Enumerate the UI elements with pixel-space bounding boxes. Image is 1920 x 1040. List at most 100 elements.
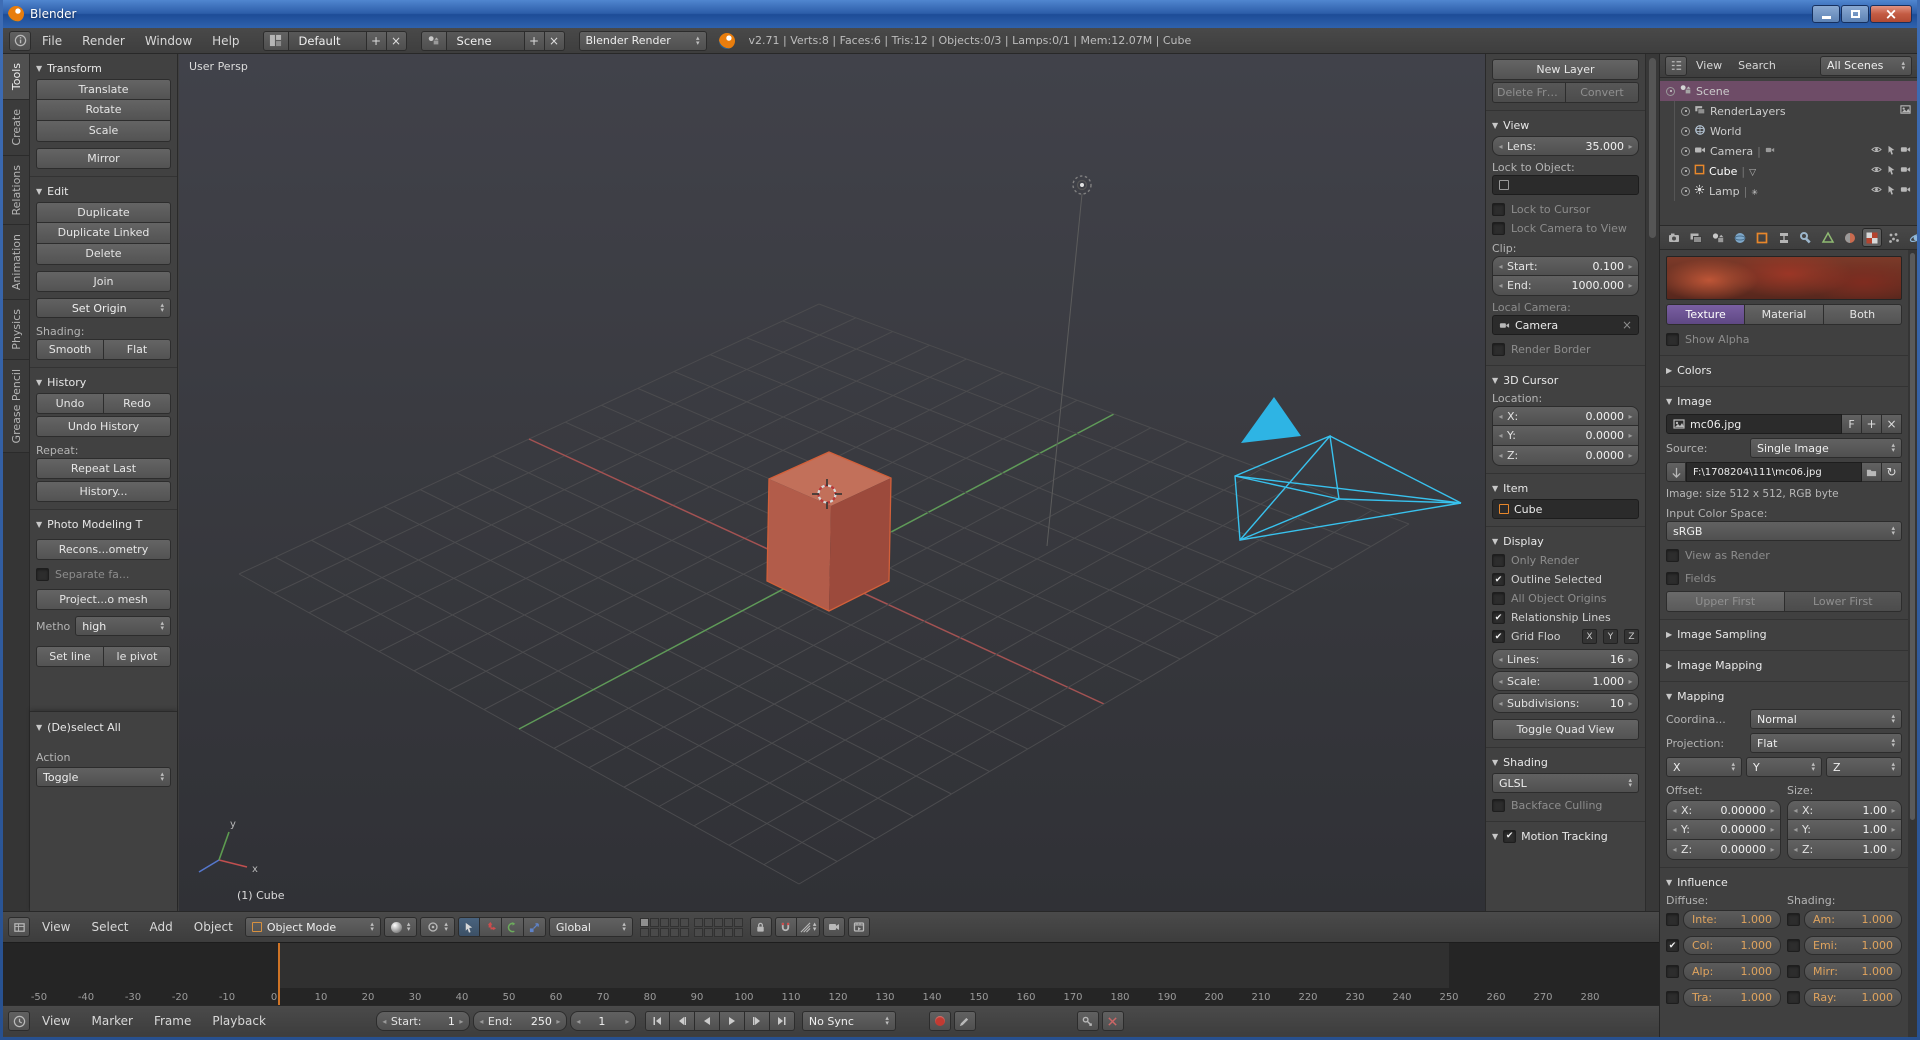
decrement-icon[interactable] [1496, 431, 1505, 440]
layer-toggle[interactable] [693, 917, 703, 927]
mode-dropdown[interactable]: Object Mode [244, 917, 381, 937]
layer-toggle[interactable] [733, 927, 743, 937]
coordinates-dropdown[interactable]: Normal [1750, 709, 1902, 729]
decrement-icon[interactable] [1670, 845, 1679, 854]
influence-slider[interactable]: Am: 1.000 [1804, 910, 1902, 929]
decrement-icon[interactable] [1496, 655, 1505, 664]
layer-toggle[interactable] [639, 917, 649, 927]
layer-toggle[interactable] [693, 927, 703, 937]
map-y-dropdown[interactable]: Y [1746, 757, 1822, 777]
lamp-object[interactable] [1072, 175, 1092, 195]
pivot-dropdown[interactable] [420, 917, 455, 937]
increment-icon[interactable] [1768, 825, 1777, 834]
scrollbar-thumb[interactable] [1649, 58, 1656, 238]
manipulator-rotate-button[interactable] [501, 917, 524, 937]
lock-to-object-field[interactable] [1492, 175, 1639, 195]
tab-modifiers[interactable] [1796, 228, 1816, 247]
increment-icon[interactable] [1626, 142, 1635, 151]
view-as-render-checkbox[interactable]: View as Render [1666, 547, 1902, 564]
tab-physics[interactable]: Physics [3, 300, 29, 360]
menu-select[interactable]: Select [82, 915, 137, 939]
outliner-row-renderlayers[interactable]: RenderLayers [1675, 101, 1917, 121]
undo-button[interactable]: Undo [36, 393, 104, 414]
repeat-history-button[interactable]: History... [36, 481, 171, 502]
renderability-icon[interactable] [1900, 144, 1911, 158]
editor-type-3dview-button[interactable] [8, 917, 30, 937]
cursor-z-field[interactable]: Z:0.0000 [1492, 446, 1639, 466]
timeline-ruler[interactable]: -50 -40 -30 -20 -10 0 10 20 30 40 50 60 70 80 90 100 110… [3, 942, 1659, 1005]
only-render-checkbox[interactable]: Only Render [1492, 552, 1639, 569]
unlink-image-button[interactable] [1882, 414, 1902, 434]
separate-faces-checkbox[interactable]: Separate fa... [36, 566, 171, 583]
panel-header-mapping[interactable]: Mapping [1666, 687, 1902, 705]
decrement-icon[interactable] [1670, 825, 1679, 834]
fields-checkbox[interactable]: Fields [1666, 570, 1902, 587]
decrement-icon[interactable] [1791, 845, 1800, 854]
layer-toggle[interactable] [659, 917, 669, 927]
layer-toggle[interactable] [703, 917, 713, 927]
visibility-eye-icon[interactable] [1871, 164, 1882, 178]
expander-icon[interactable] [1681, 166, 1690, 176]
layer-toggle[interactable] [713, 917, 723, 927]
convert-button[interactable]: Convert [1566, 82, 1639, 103]
decrement-icon[interactable] [1496, 451, 1505, 460]
layer-toggle[interactable] [733, 917, 743, 927]
sync-dropdown[interactable]: No Sync [801, 1011, 896, 1031]
current-frame-indicator[interactable] [277, 943, 280, 1005]
scrollbar-thumb[interactable] [1910, 253, 1915, 820]
influence-slider[interactable]: Alp: 1.000 [1683, 962, 1781, 981]
snap-toggle-button[interactable] [774, 917, 797, 937]
increment-icon[interactable] [623, 1017, 632, 1026]
add-scene-button[interactable] [524, 30, 545, 51]
close-button[interactable] [1870, 5, 1912, 23]
cube-object[interactable] [766, 451, 892, 612]
scale-pivot-button[interactable]: le pivot [104, 646, 171, 667]
layer-toggle[interactable] [679, 927, 689, 937]
texture-context-button[interactable]: Texture [1666, 304, 1746, 325]
offset-y-field[interactable]: Y:0.00000 [1666, 820, 1781, 840]
scene-name[interactable]: Scene [446, 30, 525, 51]
snap-element-dropdown[interactable] [796, 917, 821, 937]
decrement-icon[interactable] [1791, 825, 1800, 834]
insert-keyframe-button[interactable] [1076, 1011, 1099, 1031]
all-object-origins-checkbox[interactable]: All Object Origins [1492, 590, 1639, 607]
offset-x-field[interactable]: X:0.00000 [1666, 800, 1781, 820]
set-line-button[interactable]: Set line [36, 646, 104, 667]
panel-header-image[interactable]: Image [1666, 392, 1902, 410]
mirror-button[interactable]: Mirror [36, 148, 171, 169]
increment-icon[interactable] [457, 1017, 466, 1026]
menu-playback[interactable]: Playback [203, 1009, 275, 1033]
decrement-icon[interactable] [1496, 262, 1505, 271]
increment-icon[interactable] [1768, 806, 1777, 815]
clip-end-field[interactable]: End:1000.000 [1492, 276, 1639, 296]
translate-button[interactable]: Translate [36, 79, 171, 100]
checkbox-checked-icon[interactable] [1666, 939, 1679, 952]
editor-type-info-button[interactable] [9, 30, 31, 51]
influence-slider[interactable]: Ray: 1.000 [1804, 988, 1902, 1007]
duplicate-button[interactable]: Duplicate [36, 202, 171, 223]
increment-icon[interactable] [1626, 412, 1635, 421]
tab-world[interactable] [1730, 228, 1750, 247]
menu-render[interactable]: Render [73, 29, 134, 53]
tab-animation[interactable]: Animation [3, 225, 29, 301]
upper-first-button[interactable]: Upper First [1666, 591, 1785, 612]
delete-frame-button[interactable]: Delete Fra... [1492, 82, 1566, 103]
selectability-icon[interactable] [1886, 145, 1896, 158]
viewport-shading-dropdown[interactable] [383, 917, 418, 937]
record-button[interactable] [928, 1011, 951, 1031]
influence-slider[interactable]: Emi: 1.000 [1804, 936, 1902, 955]
tab-particles[interactable] [1884, 228, 1904, 247]
panel-header-edit[interactable]: Edit [36, 182, 171, 200]
camera-object[interactable] [1234, 397, 1462, 542]
minimize-button[interactable] [1812, 5, 1840, 23]
menu-object[interactable]: Object [185, 915, 242, 939]
grid-axis-y-button[interactable]: Y [1603, 629, 1618, 644]
redo-button[interactable]: Redo [104, 393, 171, 414]
tab-render[interactable] [1664, 228, 1684, 247]
tab-tools[interactable]: Tools [3, 54, 29, 101]
join-button[interactable]: Join [36, 271, 171, 292]
editor-type-timeline-button[interactable] [8, 1011, 30, 1031]
viewport-scrollbar[interactable] [1645, 54, 1659, 911]
increment-icon[interactable] [1626, 281, 1635, 290]
manipulator-toggle-button[interactable] [457, 917, 480, 937]
